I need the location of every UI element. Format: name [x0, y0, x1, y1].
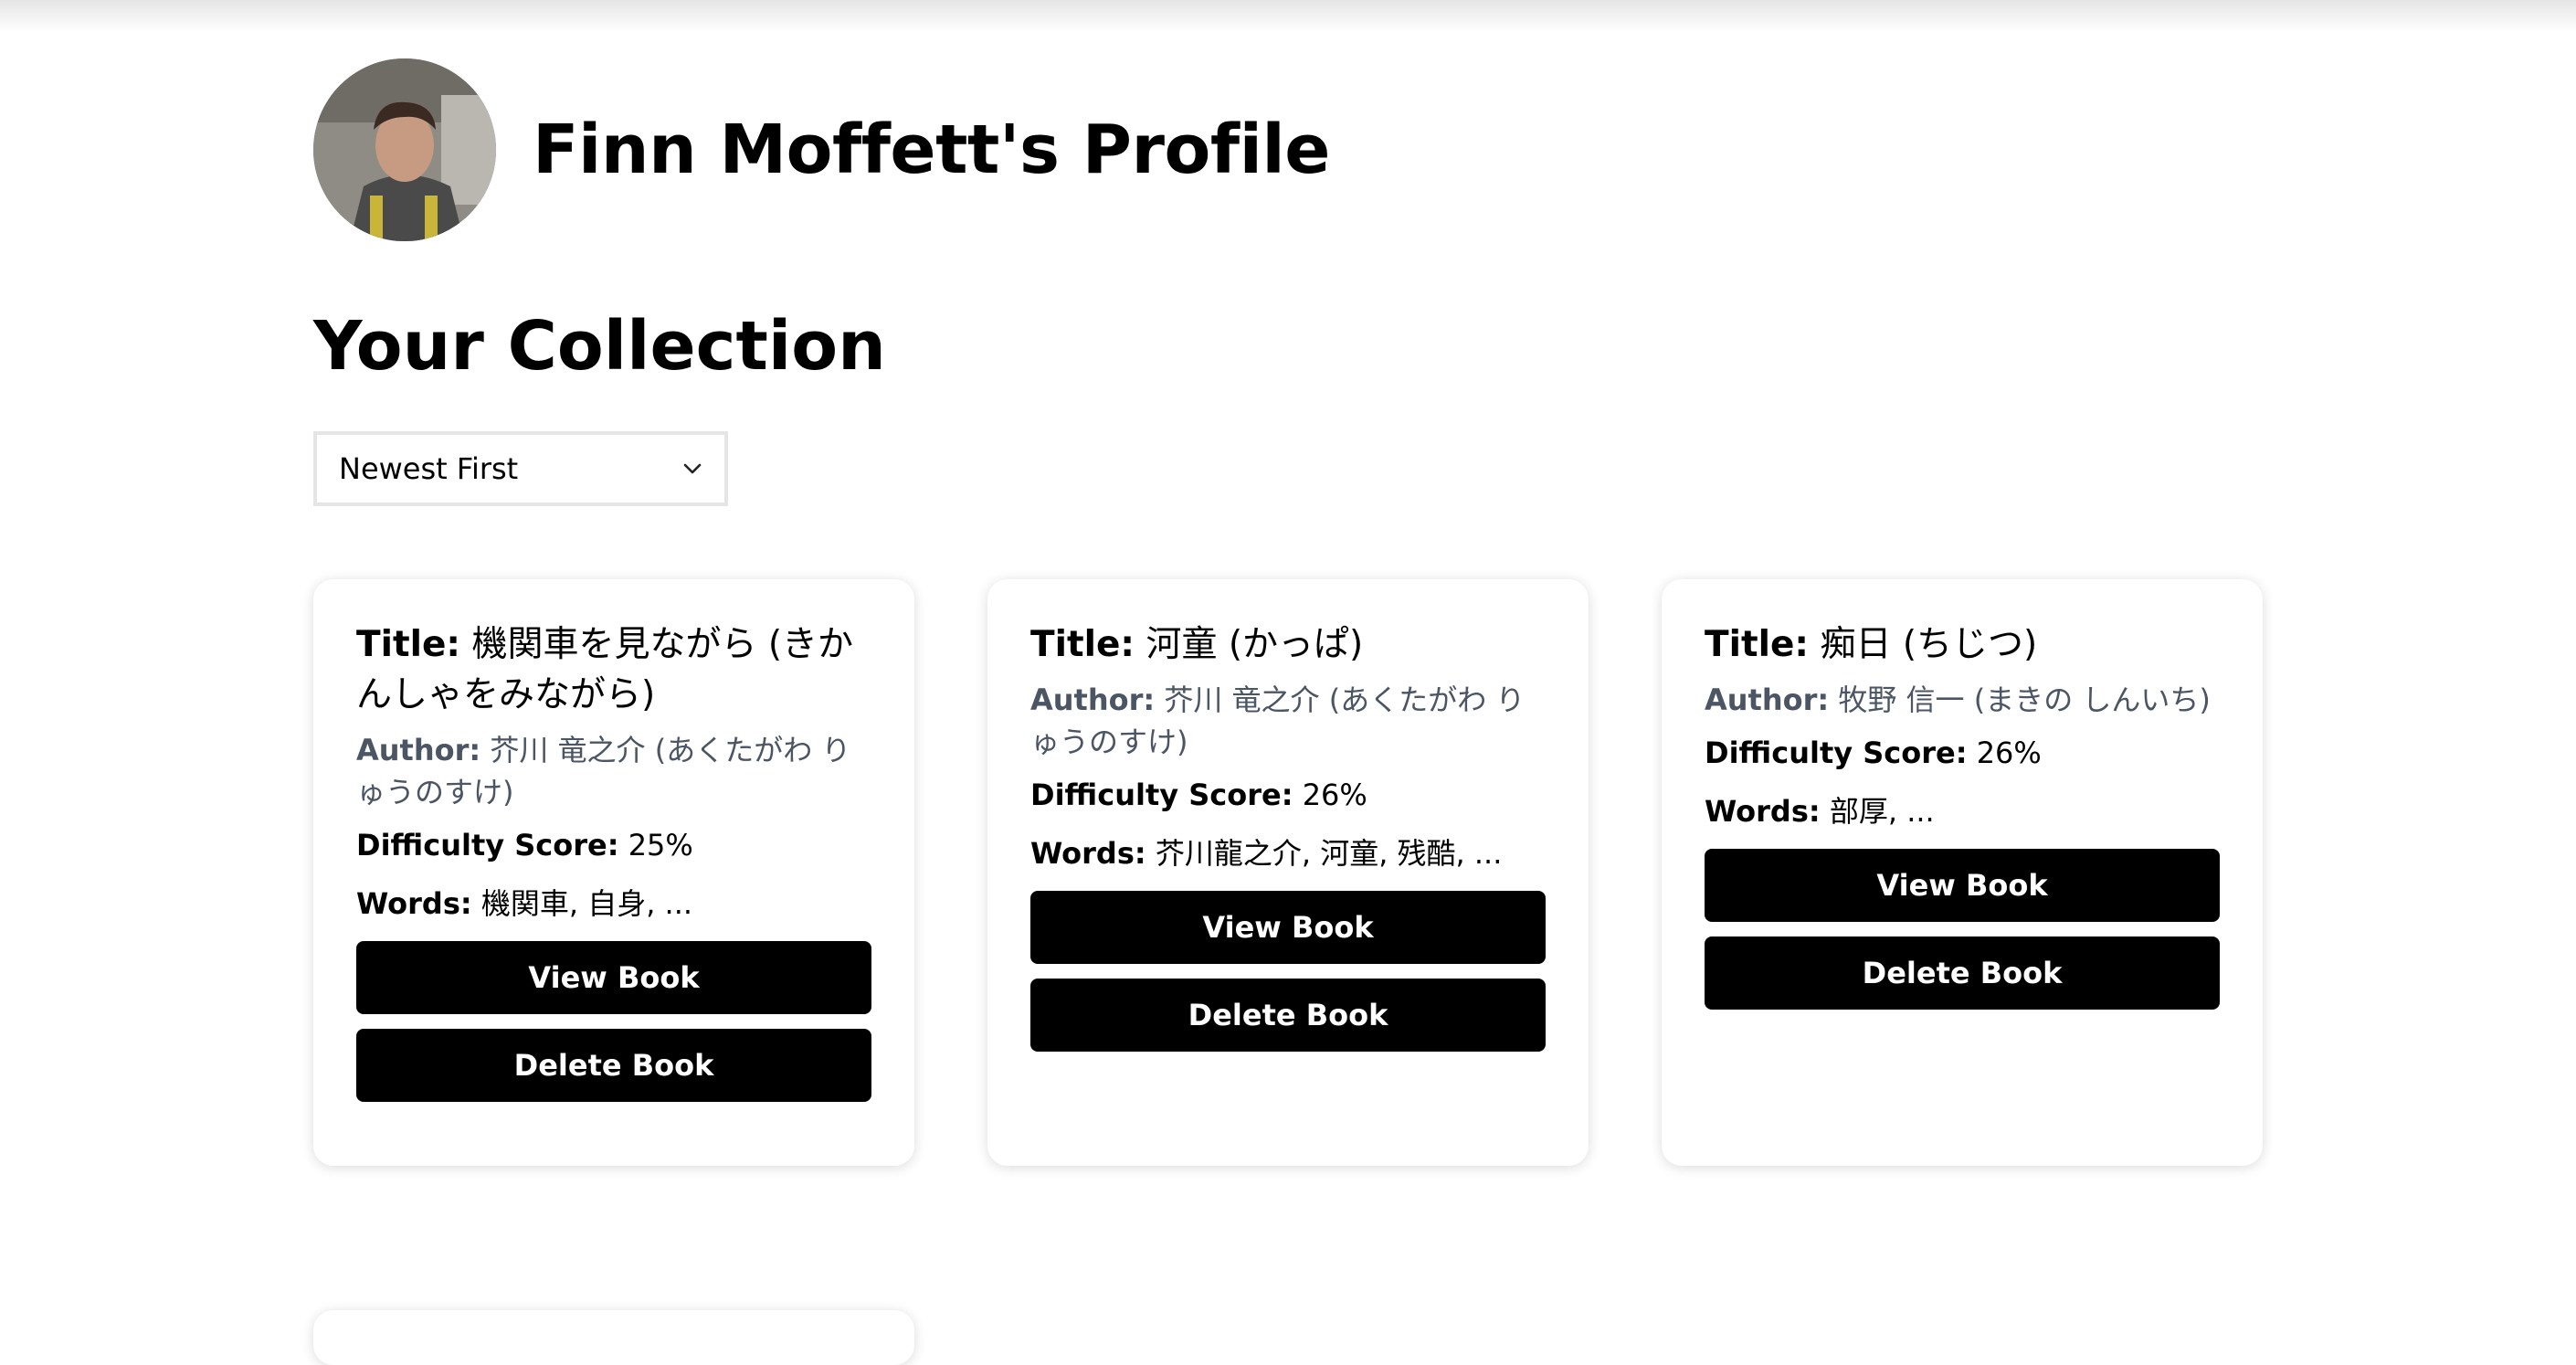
user-photo-icon: [313, 58, 496, 241]
collection-heading: Your Collection: [313, 307, 886, 386]
sort-selected-value: Newest First: [339, 451, 519, 486]
book-words-label: Words:: [1030, 836, 1146, 871]
book-title: Title: 河童 (かっぱ): [1030, 619, 1546, 670]
book-title: Title: 痴日 (ちじつ): [1705, 619, 2220, 670]
book-card-partial: [313, 1310, 914, 1365]
chevron-down-icon: [683, 463, 702, 474]
book-title-value: 痴日 (ちじつ): [1820, 624, 2038, 665]
book-card: Title: 痴日 (ちじつ) Author: 牧野 信一 (まきの しんいち)…: [1662, 579, 2263, 1166]
book-author: Author: 芥川 竜之介 (あくたがわ りゅうのすけ): [1030, 679, 1546, 763]
book-author-value: 牧野 信一 (まきの しんいち): [1838, 682, 2211, 717]
profile-title: Finn Moffett's Profile: [533, 111, 1331, 189]
avatar: [313, 58, 496, 241]
book-difficulty: Difficulty Score: 26%: [1705, 732, 2220, 774]
book-author-label: Author:: [1030, 682, 1156, 717]
book-title-label: Title:: [1030, 624, 1135, 665]
book-words-label: Words:: [1705, 794, 1821, 829]
book-author-label: Author:: [1705, 682, 1830, 717]
book-difficulty-label: Difficulty Score:: [1030, 778, 1293, 812]
book-words: Words: 部厚, ...: [1705, 790, 2220, 832]
view-book-button[interactable]: View Book: [1705, 849, 2220, 922]
book-words-value: 機関車, 自身, ...: [480, 886, 693, 921]
book-words: Words: 機関車, 自身, ...: [356, 883, 871, 925]
book-card: Title: 機関車を見ながら (きかんしゃをみながら) Author: 芥川 …: [313, 579, 914, 1166]
book-title-value: 河童 (かっぱ): [1145, 624, 1364, 665]
book-difficulty-value: 25%: [628, 828, 693, 862]
view-book-button[interactable]: View Book: [356, 941, 871, 1014]
view-book-button[interactable]: View Book: [1030, 891, 1546, 964]
book-words-value: 芥川龍之介, 河童, 残酷, ...: [1155, 836, 1503, 871]
book-author: Author: 芥川 竜之介 (あくたがわ りゅうのすけ): [356, 729, 871, 813]
delete-book-button[interactable]: Delete Book: [1030, 979, 1546, 1052]
book-author-label: Author:: [356, 733, 481, 767]
profile-header: Finn Moffett's Profile: [313, 58, 1331, 242]
book-difficulty: Difficulty Score: 25%: [356, 824, 871, 866]
book-title: Title: 機関車を見ながら (きかんしゃをみながら): [356, 619, 871, 720]
book-difficulty: Difficulty Score: 26%: [1030, 774, 1546, 816]
book-difficulty-label: Difficulty Score:: [356, 828, 619, 862]
delete-book-button[interactable]: Delete Book: [1705, 936, 2220, 1010]
book-title-label: Title:: [1705, 624, 1810, 665]
book-difficulty-value: 26%: [1976, 735, 2042, 770]
sort-select[interactable]: Newest First: [313, 431, 728, 506]
book-title-label: Title:: [356, 624, 461, 665]
book-card: Title: 河童 (かっぱ) Author: 芥川 竜之介 (あくたがわ りゅ…: [987, 579, 1589, 1166]
book-difficulty-value: 26%: [1302, 778, 1367, 812]
book-difficulty-label: Difficulty Score:: [1705, 735, 1968, 770]
book-words-label: Words:: [356, 886, 472, 921]
book-words-value: 部厚, ...: [1829, 794, 1935, 829]
book-author: Author: 牧野 信一 (まきの しんいち): [1705, 679, 2220, 721]
profile-page: Finn Moffett's Profile Your Collection N…: [313, 0, 2268, 1365]
book-words: Words: 芥川龍之介, 河童, 残酷, ...: [1030, 832, 1546, 874]
delete-book-button[interactable]: Delete Book: [356, 1029, 871, 1102]
